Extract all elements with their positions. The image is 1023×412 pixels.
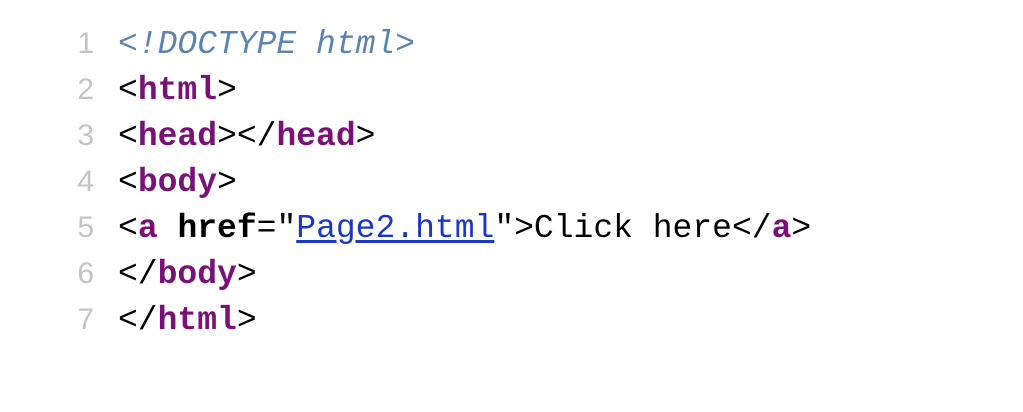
bracket-end-open: </ bbox=[731, 210, 772, 247]
href-link[interactable]: Page2.html bbox=[296, 210, 494, 247]
line-number: 2 bbox=[77, 73, 94, 106]
bracket-open: < bbox=[118, 72, 138, 109]
bracket-middle: ></ bbox=[217, 118, 277, 155]
bracket-open: < bbox=[118, 164, 138, 201]
code-line: 7 </html> bbox=[0, 297, 1023, 343]
code-viewer: 1 <!DOCTYPE html> 2 <html> 3 <head></hea… bbox=[0, 21, 1023, 343]
line-code: <a href="Page2.html">Click here</a> bbox=[118, 206, 811, 252]
tag-name: head bbox=[137, 118, 218, 155]
closing-tag-name: a bbox=[771, 210, 792, 247]
code-line: 3 <head></head> bbox=[0, 113, 1023, 159]
tag-name: a bbox=[137, 210, 158, 247]
line-number: 4 bbox=[77, 165, 94, 198]
code-line: 5 <a href="Page2.html">Click here</a> bbox=[0, 205, 1023, 251]
closing-tag-name: head bbox=[276, 118, 356, 155]
line-number: 7 bbox=[77, 303, 94, 336]
line-code: <head></head> bbox=[118, 114, 375, 160]
bracket-open: </ bbox=[118, 302, 158, 339]
tag-name: html bbox=[137, 72, 218, 109]
line-code: <html> bbox=[118, 68, 237, 114]
anchor-text: Click here bbox=[533, 210, 732, 247]
line-number: 6 bbox=[77, 257, 94, 290]
bracket-open: </ bbox=[118, 256, 158, 293]
attribute-quote-close: "> bbox=[494, 210, 534, 247]
code-line: 1 <!DOCTYPE html> bbox=[0, 21, 1023, 67]
code-line: 2 <html> bbox=[0, 67, 1023, 113]
bracket-open: < bbox=[118, 118, 138, 155]
line-number: 5 bbox=[77, 211, 94, 244]
line-number: 3 bbox=[77, 119, 94, 152]
bracket-close: > bbox=[217, 72, 237, 109]
bracket-close: > bbox=[217, 164, 237, 201]
bracket-close: > bbox=[236, 256, 257, 293]
tag-name: html bbox=[157, 302, 237, 339]
bracket-open: < bbox=[118, 210, 138, 247]
bracket-close: > bbox=[791, 210, 812, 247]
bracket-close: > bbox=[236, 302, 257, 339]
code-line: 6 </body> bbox=[0, 251, 1023, 297]
line-code: </body> bbox=[118, 252, 257, 298]
tag-name: body bbox=[137, 164, 218, 201]
attribute-equals: =" bbox=[256, 210, 297, 247]
line-code: <!DOCTYPE html> bbox=[118, 22, 415, 68]
line-code: <body> bbox=[118, 160, 237, 206]
bracket-close: > bbox=[355, 118, 376, 155]
line-code: </html> bbox=[118, 298, 257, 344]
code-line: 4 <body> bbox=[0, 159, 1023, 205]
tag-name: body bbox=[157, 256, 237, 293]
attribute-name: href bbox=[177, 210, 257, 247]
doctype-declaration: <!DOCTYPE html> bbox=[118, 26, 416, 63]
line-number: 1 bbox=[77, 27, 94, 60]
